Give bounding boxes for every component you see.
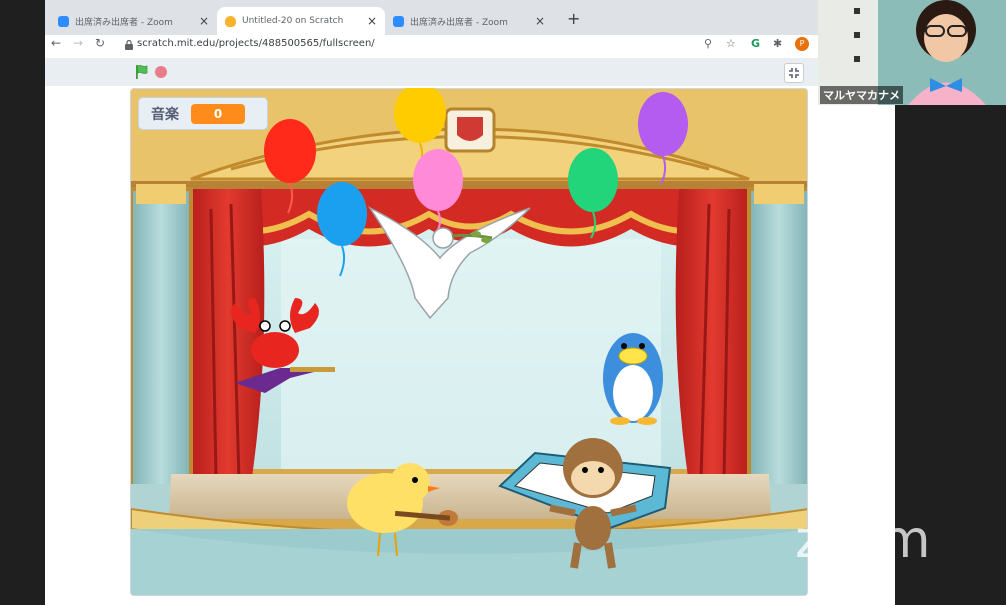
balloon-red-sprite[interactable] xyxy=(264,119,316,214)
balloon-green-sprite[interactable] xyxy=(568,148,618,239)
sprites-layer xyxy=(231,88,688,569)
stop-sign-icon[interactable] xyxy=(155,66,167,78)
tab-title: 出席済み出席者 - Zoom xyxy=(410,17,508,28)
green-flag-icon[interactable] xyxy=(134,64,150,80)
balloon-blue-sprite[interactable] xyxy=(317,182,367,277)
zoom-page-icon[interactable]: ⚲ xyxy=(704,37,712,50)
extension-grammarly-icon[interactable]: G xyxy=(751,37,760,50)
tab-title: Untitled-20 on Scratch xyxy=(242,16,344,26)
chick-guitar-sprite[interactable] xyxy=(347,463,458,557)
scratch-controls-bar xyxy=(45,58,895,86)
url-field[interactable]: scratch.mit.edu/projects/488500565/fulls… xyxy=(137,38,375,49)
forward-icon[interactable]: → xyxy=(73,36,83,50)
new-tab-button[interactable]: + xyxy=(567,9,580,28)
balloon-purple-sprite[interactable] xyxy=(638,92,688,185)
exit-fullscreen-icon[interactable] xyxy=(784,63,804,83)
tab-title: 出席済み出席者 - Zoom xyxy=(75,17,173,28)
profile-avatar[interactable]: P xyxy=(795,37,809,51)
close-tab-icon[interactable]: × xyxy=(199,14,209,28)
zoom-watermark: zoom xyxy=(795,510,931,570)
bookmark-star-icon[interactable]: ☆ xyxy=(726,37,736,50)
crab-guitar-sprite[interactable] xyxy=(231,298,335,393)
penguin-sprite[interactable] xyxy=(603,333,663,425)
browser-window: 出席済み出席者 - Zoom × Untitled-20 on Scratch … xyxy=(45,0,895,605)
zoom-favicon-icon xyxy=(58,15,69,27)
extensions-puzzle-icon[interactable]: ✱ xyxy=(773,37,782,50)
zoom-favicon-icon xyxy=(393,15,404,27)
close-tab-icon[interactable]: × xyxy=(535,14,545,28)
dove-sprite[interactable] xyxy=(367,206,531,320)
reload-icon[interactable]: ↻ xyxy=(95,36,105,50)
back-icon[interactable]: ← xyxy=(51,36,61,50)
participant-name-label: マルヤマカナメ xyxy=(820,86,903,104)
lock-icon xyxy=(125,40,133,50)
tab-zoom-2[interactable]: 出席済み出席者 - Zoom × xyxy=(385,7,553,35)
scratch-favicon-icon xyxy=(225,15,236,27)
balloon-pink-sprite[interactable] xyxy=(413,149,463,234)
tab-scratch[interactable]: Untitled-20 on Scratch × xyxy=(217,7,385,35)
tab-zoom-1[interactable]: 出席済み出席者 - Zoom × xyxy=(50,7,217,35)
close-tab-icon[interactable]: × xyxy=(367,14,377,28)
